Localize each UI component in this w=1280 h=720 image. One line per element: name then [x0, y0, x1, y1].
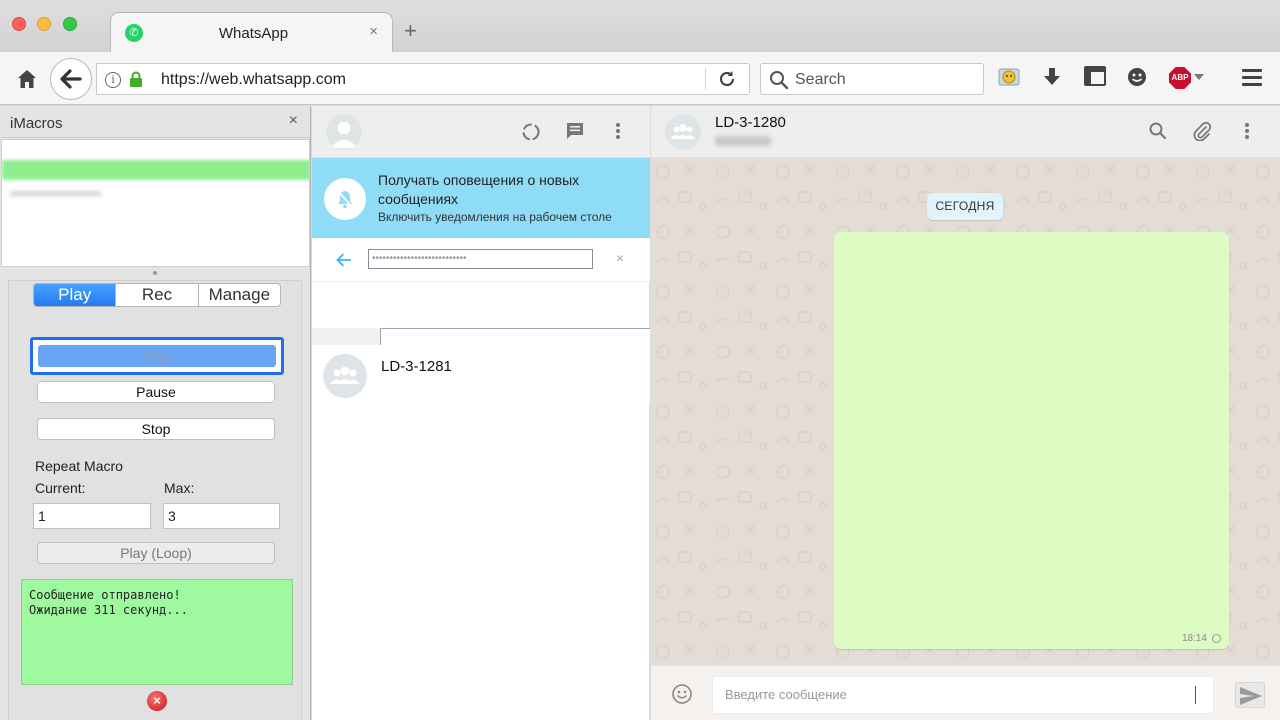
text-caret: [1195, 686, 1196, 704]
bell-off-icon: [337, 190, 353, 209]
notification-bell-circle: [324, 178, 366, 220]
search-bar[interactable]: Search: [760, 63, 984, 95]
stop-button[interactable]: Stop: [37, 418, 275, 440]
conversation-subtitle: [715, 136, 771, 146]
notification-title: Получать оповещения о новых сообщениях: [378, 172, 580, 207]
reload-icon[interactable]: [717, 69, 737, 89]
imacros-title: iMacros: [10, 115, 63, 132]
status-line: Сообщение отправлено!: [29, 588, 181, 602]
window-minimize-button[interactable]: [37, 17, 51, 31]
splitter-handle[interactable]: [153, 271, 157, 275]
play-button[interactable]: Play: [38, 345, 276, 367]
browser-navbar: i https://web.whatsapp.com Search ABP: [0, 52, 1280, 105]
imacros-close-icon[interactable]: ×: [289, 112, 298, 130]
macro-tree[interactable]: ••••••••••••••••••••: [1, 139, 310, 267]
current-input[interactable]: 1: [33, 503, 151, 529]
browser-titlebar: ✆ WhatsApp × +: [0, 0, 1280, 52]
lock-icon[interactable]: [129, 71, 143, 88]
group-icon: [670, 124, 696, 139]
repeat-macro-label: Repeat Macro: [35, 458, 123, 474]
conversation-header[interactable]: LD-3-1280: [651, 106, 1280, 158]
status-icon[interactable]: [520, 121, 542, 143]
status-box: Сообщение отправлено! Ожидание 311 секун…: [21, 579, 293, 685]
tab-close-icon[interactable]: ×: [369, 23, 378, 40]
imacros-tabs: Play Rec Manage: [33, 283, 281, 307]
pause-button[interactable]: Pause: [37, 381, 275, 403]
message-bubble-outgoing[interactable]: 18:14: [834, 232, 1229, 649]
chat-list-header: [312, 106, 650, 158]
menu-dots-icon[interactable]: [615, 121, 621, 141]
new-chat-icon[interactable]: [565, 121, 585, 141]
url-bar[interactable]: i https://web.whatsapp.com: [96, 63, 750, 95]
search-clear-icon[interactable]: ×: [616, 250, 624, 266]
notification-subtitle[interactable]: Включить уведомления на рабочем столе: [378, 210, 612, 224]
play-button-focus-ring: Play: [30, 337, 284, 375]
whatsapp-favicon-icon: ✆: [125, 24, 143, 42]
play-loop-button[interactable]: Play (Loop): [37, 542, 275, 564]
new-tab-button[interactable]: +: [404, 20, 417, 42]
adblock-plus-icon[interactable]: ABP: [1169, 67, 1191, 89]
imacros-panel: Play Rec Manage Play Pause Stop Repeat M…: [8, 280, 302, 720]
chat-list-item[interactable]: LD-3-1281: [312, 345, 650, 403]
message-time: 18:14: [1181, 633, 1207, 644]
chat-search-row: ••••••••••••••••••••••••••• ×: [312, 238, 650, 282]
pending-clock-icon: [1212, 634, 1221, 643]
tab-rec[interactable]: Rec: [116, 284, 199, 306]
arrow-left-icon[interactable]: [334, 250, 354, 270]
browser-tab-whatsapp[interactable]: ✆ WhatsApp ×: [110, 12, 393, 52]
url-text[interactable]: https://web.whatsapp.com: [161, 71, 346, 89]
max-label: Max:: [164, 480, 195, 496]
search-icon[interactable]: [1148, 121, 1168, 141]
imacros-toolbar-icon[interactable]: [997, 65, 1021, 89]
send-button[interactable]: [1235, 682, 1265, 708]
send-icon: [1240, 687, 1262, 705]
hamburger-menu-icon[interactable]: [1242, 69, 1262, 90]
paperclip-icon[interactable]: [1192, 121, 1212, 141]
emoji-extension-icon[interactable]: [1126, 66, 1148, 88]
search-icon: [770, 71, 789, 90]
status-line: Ожидание 311 секунд...: [29, 603, 188, 617]
macro-tree-selected-row[interactable]: [2, 160, 309, 180]
message-input[interactable]: Введите сообщение: [712, 676, 1214, 714]
message-composer: Введите сообщение: [651, 666, 1280, 720]
back-button[interactable]: [50, 58, 92, 100]
tab-title: WhatsApp: [218, 25, 289, 42]
search-placeholder: Search: [795, 71, 846, 88]
menu-dots-icon[interactable]: [1244, 121, 1250, 141]
imacros-sidebar: iMacros × •••••••••••••••••••• Play Rec …: [0, 106, 311, 720]
chevron-down-icon[interactable]: [1194, 74, 1204, 80]
group-avatar: [323, 354, 367, 398]
info-icon[interactable]: i: [105, 72, 121, 88]
sidebar-toggle-icon[interactable]: [1084, 66, 1106, 86]
chat-list-pane: Получать оповещения о новых сообщениях В…: [312, 106, 650, 720]
user-silhouette-icon: [331, 121, 357, 148]
group-avatar[interactable]: [665, 114, 701, 150]
window-maximize-button[interactable]: [63, 17, 77, 31]
window-close-button[interactable]: [12, 17, 26, 31]
tab-manage[interactable]: Manage: [199, 284, 280, 306]
user-avatar[interactable]: [326, 114, 362, 150]
group-icon: [330, 366, 360, 384]
download-icon[interactable]: [1042, 66, 1062, 88]
chat-name: LD-3-1281: [381, 358, 452, 375]
error-close-icon[interactable]: ×: [147, 691, 167, 711]
arrow-left-icon: [60, 69, 82, 89]
tab-play[interactable]: Play: [34, 284, 117, 306]
current-label: Current:: [35, 480, 86, 496]
emoji-icon[interactable]: [671, 683, 693, 705]
date-divider: СЕГОДНЯ: [927, 193, 1003, 220]
imacros-header: iMacros ×: [0, 106, 310, 138]
home-icon[interactable]: [16, 68, 38, 90]
macro-tree-item[interactable]: ••••••••••••••••••••: [10, 186, 101, 201]
notification-banner[interactable]: Получать оповещения о новых сообщениях В…: [312, 158, 650, 238]
chat-list-outline: [380, 328, 650, 345]
conversation-title: LD-3-1280: [715, 114, 786, 131]
max-input[interactable]: 3: [163, 503, 280, 529]
chat-search-input[interactable]: •••••••••••••••••••••••••••: [368, 249, 593, 269]
url-separator: [705, 68, 706, 90]
conversation-pane: LD-3-1280 СЕГОДНЯ 18:14 Введите сообщени…: [651, 106, 1280, 720]
